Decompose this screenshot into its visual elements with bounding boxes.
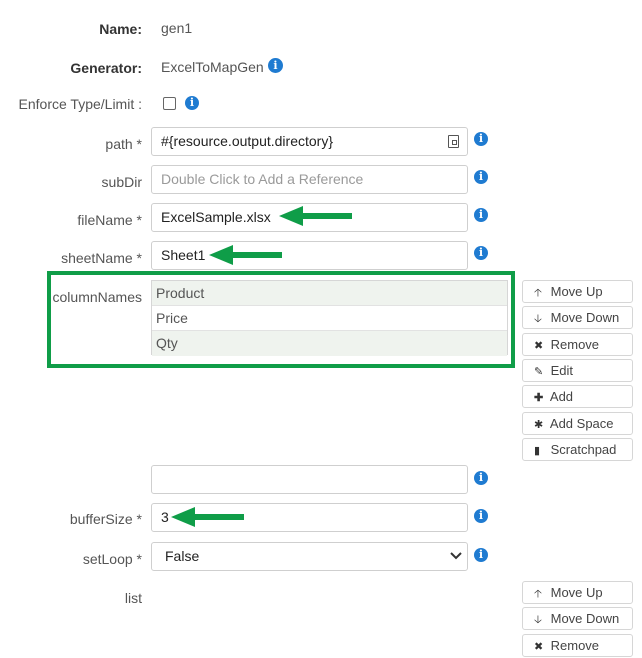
add-label: Add: [549, 389, 574, 404]
arrow-up-icon: 🡡: [534, 287, 542, 299]
add-space-button[interactable]: ✱ Add Space: [522, 412, 633, 435]
move-up-label: Move Up: [550, 284, 603, 299]
new-column-input[interactable]: [151, 465, 468, 494]
remove-label: Remove: [550, 638, 600, 653]
enforce-type-limit-label: Enforce Type/Limit :: [18, 96, 142, 112]
add-space-label: Add Space: [549, 416, 614, 431]
subdir-label: subDir: [101, 174, 142, 190]
setloop-label: setLoop *: [82, 551, 142, 567]
buffersize-value: 3: [161, 509, 169, 525]
close-icon: ✖: [534, 641, 544, 653]
info-icon[interactable]: i: [185, 96, 199, 110]
name-label: Name:: [99, 21, 142, 37]
remove-label: Remove: [550, 337, 600, 352]
list-label: list: [124, 590, 142, 606]
move-down-button[interactable]: 🡣 Move Down: [522, 306, 633, 329]
arrow-down-icon: 🡣: [534, 313, 542, 325]
list-move-up-button[interactable]: 🡡 Move Up: [522, 581, 633, 604]
file-reference-icon[interactable]: [448, 135, 459, 148]
path-value: #{resource.output.directory}: [161, 133, 333, 149]
list-move-down-button[interactable]: 🡣 Move Down: [522, 607, 633, 630]
info-icon[interactable]: i: [474, 246, 488, 260]
move-down-label: Move Down: [550, 611, 620, 626]
move-up-label: Move Up: [550, 585, 603, 600]
info-icon[interactable]: i: [474, 132, 488, 146]
filename-label: fileName *: [77, 212, 142, 228]
asterisk-icon: ✱: [534, 419, 544, 431]
edit-label: Edit: [550, 363, 574, 378]
move-up-button[interactable]: 🡡 Move Up: [522, 280, 633, 303]
subdir-input[interactable]: Double Click to Add a Reference: [151, 165, 468, 194]
file-icon: ▮: [534, 445, 541, 457]
sheetname-value: Sheet1: [161, 247, 206, 263]
edit-button[interactable]: ✎ Edit: [522, 359, 633, 382]
arrow-up-icon: 🡡: [534, 588, 542, 600]
enforce-type-limit-checkbox[interactable]: [163, 97, 176, 110]
setloop-select[interactable]: False: [151, 542, 468, 571]
chevron-down-icon: [450, 552, 462, 560]
generator-value: ExcelToMapGen: [161, 59, 264, 75]
info-icon[interactable]: i: [474, 208, 488, 222]
info-icon[interactable]: i: [474, 170, 488, 184]
info-icon[interactable]: i: [474, 548, 488, 562]
green-arrow-annotation: [279, 206, 352, 226]
subdir-placeholder: Double Click to Add a Reference: [161, 171, 364, 187]
name-value: gen1: [161, 20, 193, 36]
green-arrow-annotation: [209, 245, 282, 265]
remove-button[interactable]: ✖ Remove: [522, 333, 633, 356]
generator-label: Generator:: [70, 60, 142, 76]
arrow-down-icon: 🡣: [534, 614, 542, 626]
add-button[interactable]: ✚ Add: [522, 385, 633, 408]
sheetname-input[interactable]: Sheet1: [151, 241, 468, 270]
list-remove-button[interactable]: ✖ Remove: [522, 634, 633, 657]
info-icon[interactable]: i: [268, 58, 283, 73]
pencil-icon: ✎: [534, 366, 544, 378]
filename-value: ExcelSample.xlsx: [161, 209, 271, 225]
info-icon[interactable]: i: [474, 471, 488, 485]
scratchpad-button[interactable]: ▮ Scratchpad: [522, 438, 633, 461]
info-icon[interactable]: i: [474, 509, 488, 523]
path-input[interactable]: #{resource.output.directory}: [151, 127, 468, 156]
sheetname-label: sheetName *: [61, 250, 142, 266]
close-icon: ✖: [534, 340, 544, 352]
setloop-value: False: [165, 548, 200, 564]
move-down-label: Move Down: [550, 310, 620, 325]
green-arrow-annotation: [171, 507, 244, 527]
buffersize-label: bufferSize *: [69, 511, 142, 527]
plus-icon: ✚: [534, 392, 544, 404]
path-label: path *: [105, 136, 142, 152]
scratchpad-label: Scratchpad: [550, 442, 617, 457]
highlight-annotation-box: [47, 271, 515, 368]
